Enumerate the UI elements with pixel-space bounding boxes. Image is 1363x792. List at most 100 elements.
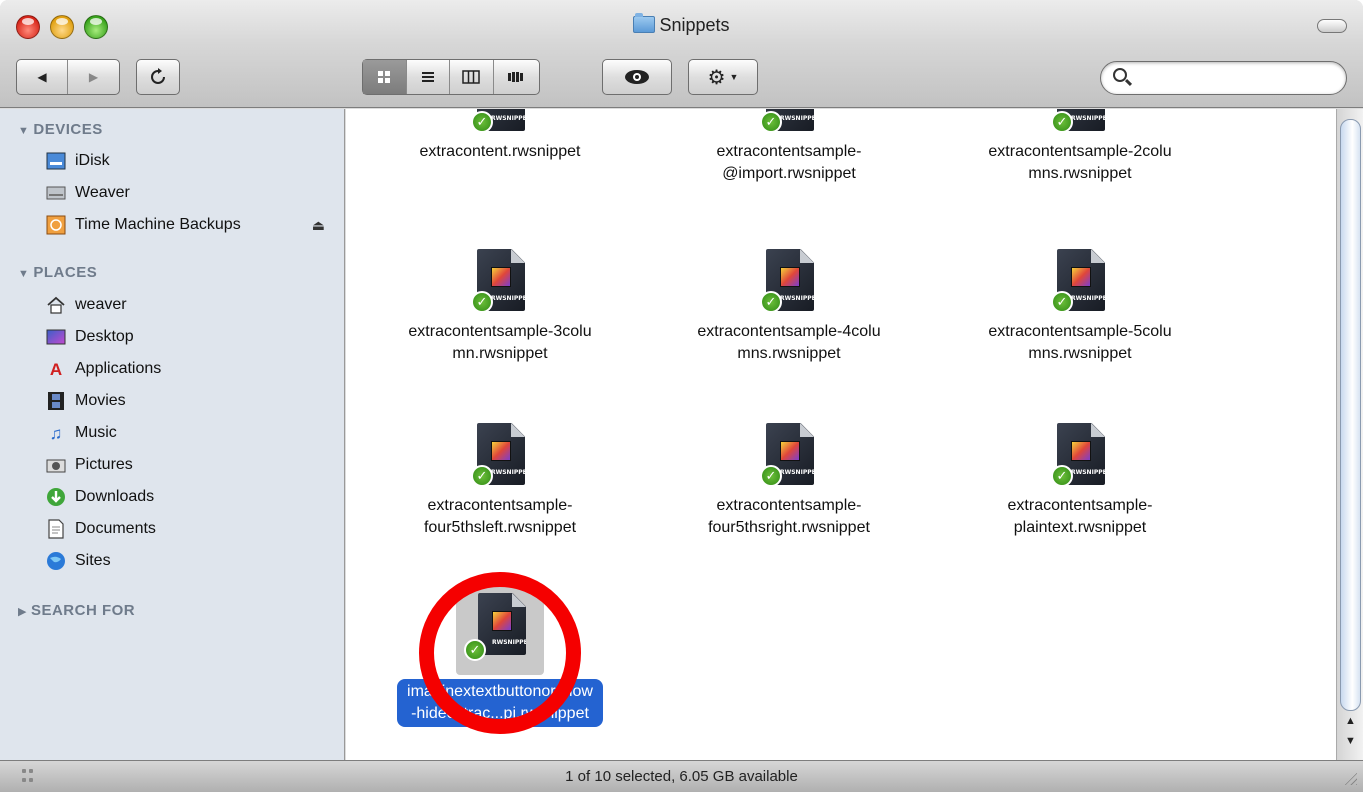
eject-icon[interactable]: ⏏ (312, 217, 325, 234)
sidebar-section-devices[interactable]: ▼ DEVICES (18, 121, 103, 138)
view-mode-control (362, 59, 540, 95)
list-view-button[interactable] (407, 60, 451, 94)
icon-view-button[interactable] (363, 60, 407, 94)
gear-icon: ⚙ (707, 66, 726, 89)
back-forward-control: ◀ ▶ (16, 59, 120, 95)
forward-icon: ▶ (88, 70, 99, 84)
file-item[interactable]: RWSNIPPET ✓ extracontentsample-5colu mns.r… (940, 249, 1220, 365)
file-name: extracontent.rwsnippet (419, 143, 581, 160)
sidebar-section-search-for[interactable]: ▶ SEARCH FOR (18, 602, 135, 619)
sidebar-item-pictures[interactable]: Pictures (45, 450, 335, 480)
coverflow-icon (508, 72, 524, 82)
window-title: Snippets (0, 13, 1363, 36)
checkmark-badge-icon: ✓ (471, 111, 493, 133)
sidebar-item-weaver-drive[interactable]: Weaver (45, 178, 335, 208)
scroll-down-arrow-icon[interactable]: ▼ (1337, 731, 1363, 751)
status-text: 1 of 10 selected, 6.05 GB available (565, 768, 798, 785)
action-menu-button[interactable]: ⚙ ▼ (688, 59, 758, 95)
checkmark-badge-icon: ✓ (1051, 291, 1073, 313)
sites-icon (45, 550, 67, 572)
pictures-icon (45, 454, 67, 476)
file-item[interactable]: RWSNIPPET ✓ extracontentsample-2colu mns.r… (940, 109, 1220, 185)
checkmark-badge-icon: ✓ (471, 291, 493, 313)
chevron-down-icon: ▼ (729, 72, 739, 82)
refresh-icon (151, 68, 165, 84)
file-item[interactable]: RWSNIPPET ✓ extracontentsample-plaintext.… (940, 423, 1220, 539)
file-item[interactable]: RWSNIPPET ✓ extracontentsample- @import.rw… (649, 109, 929, 185)
disclosure-open-icon: ▼ (18, 268, 30, 280)
home-icon (45, 294, 67, 316)
column-view-button[interactable] (450, 60, 494, 94)
rwsnippet-file-icon: RWSNIPPET ✓ (760, 249, 818, 317)
rwsnippet-file-icon: RWSNIPPET ✓ (471, 423, 529, 491)
window-title-text: Snippets (659, 15, 730, 35)
rwsnippet-file-icon: RWSNIPPET ✓ (1051, 423, 1109, 491)
applications-icon: A (49, 359, 63, 379)
coverflow-view-button[interactable] (494, 60, 539, 94)
rwsnippet-file-icon: RWSNIPPET ✓ (1051, 249, 1109, 317)
refresh-button[interactable] (136, 59, 180, 95)
movies-icon (45, 390, 67, 412)
file-item[interactable]: RWSNIPPET ✓ extracontentsample-3colu mn.rw… (360, 249, 640, 365)
sidebar-item-movies[interactable]: Movies (45, 386, 335, 416)
sidebar-item-documents[interactable]: Documents (45, 514, 335, 544)
sidebar-item-sites[interactable]: Sites (45, 546, 335, 576)
column-view-icon (462, 70, 481, 84)
rwsnippet-file-icon: RWSNIPPET ✓ (471, 249, 529, 317)
sidebar-item-desktop[interactable]: Desktop (45, 322, 335, 352)
file-name: extracontentsample-2colu mns.rwsnippet (988, 143, 1172, 182)
vertical-scrollbar[interactable]: ▲ ▼ (1336, 109, 1363, 760)
file-item[interactable]: RWSNIPPET ✓ extracontentsample-four5thsle… (360, 423, 640, 539)
sidebar: ▼ DEVICES iDisk Weaver Time Machine Backu… (0, 109, 345, 760)
desktop-icon (45, 326, 67, 348)
rwsnippet-file-icon: RWSNIPPET ✓ (1051, 109, 1109, 137)
sidebar-item-downloads[interactable]: Downloads (45, 482, 335, 512)
toolbar-toggle-button[interactable] (1317, 19, 1347, 33)
finder-window: Snippets ◀ ▶ ⚙ ▼ ▼ DEVICES iDisk Weaver … (0, 0, 1363, 792)
scrollbar-thumb[interactable] (1340, 119, 1361, 711)
file-name: extracontentsample-four5thsright.rwsnipp… (708, 497, 870, 536)
file-name: extracontentsample-plaintext.rwsnippet (1007, 497, 1153, 536)
checkmark-badge-icon: ✓ (760, 465, 782, 487)
status-bar: 1 of 10 selected, 6.05 GB available (0, 760, 1363, 792)
downloads-icon (45, 486, 67, 508)
folder-icon (633, 13, 656, 33)
rwsnippet-file-icon: RWSNIPPET ✓ (760, 423, 818, 491)
rwsnippet-file-icon: RWSNIPPET ✓ (760, 109, 818, 137)
time-machine-icon (45, 214, 67, 236)
music-icon: ♫ (49, 423, 63, 443)
quick-look-button[interactable] (602, 59, 672, 95)
file-name: extracontentsample-4colu mns.rwsnippet (697, 323, 881, 362)
sidebar-item-time-machine[interactable]: Time Machine Backups ⏏ (45, 210, 335, 240)
back-icon: ◀ (37, 70, 47, 84)
checkmark-badge-icon: ✓ (760, 291, 782, 313)
rwsnippet-file-icon: RWSNIPPET ✓ (471, 109, 529, 137)
sidebar-section-places[interactable]: ▼ PLACES (18, 264, 97, 281)
checkmark-badge-icon: ✓ (471, 465, 493, 487)
file-name: extracontentsample-four5thsleft.rwsnippe… (423, 497, 577, 536)
search-input[interactable] (1135, 66, 1335, 90)
list-view-icon (421, 72, 434, 82)
hard-drive-icon (45, 182, 67, 204)
icon-view-icon (378, 71, 391, 83)
checkmark-badge-icon: ✓ (1051, 465, 1073, 487)
checkmark-badge-icon: ✓ (760, 111, 782, 133)
file-item[interactable]: RWSNIPPET ✓ extracontent.rwsnippet (360, 109, 640, 163)
eye-icon (625, 70, 649, 84)
checkmark-badge-icon: ✓ (1051, 111, 1073, 133)
sidebar-item-idisk[interactable]: iDisk (45, 146, 335, 176)
sidebar-item-home[interactable]: weaver (45, 290, 335, 320)
file-item[interactable]: RWSNIPPET ✓ extracontentsample-four5thsri… (649, 423, 929, 539)
disclosure-open-icon: ▼ (18, 125, 30, 137)
documents-icon (45, 518, 67, 540)
file-name: extracontentsample-3colu mn.rwsnippet (408, 323, 592, 362)
forward-button[interactable]: ▶ (68, 60, 119, 94)
search-field[interactable] (1100, 61, 1347, 95)
scroll-up-arrow-icon[interactable]: ▲ (1337, 711, 1363, 731)
sidebar-item-applications[interactable]: A Applications (45, 354, 335, 384)
file-item[interactable]: RWSNIPPET ✓ extracontentsample-4colu mns.r… (649, 249, 929, 365)
disclosure-closed-icon: ▶ (18, 606, 27, 618)
sidebar-item-music[interactable]: ♫ Music (45, 418, 335, 448)
idisk-icon (45, 150, 67, 172)
back-button[interactable]: ◀ (17, 60, 69, 94)
